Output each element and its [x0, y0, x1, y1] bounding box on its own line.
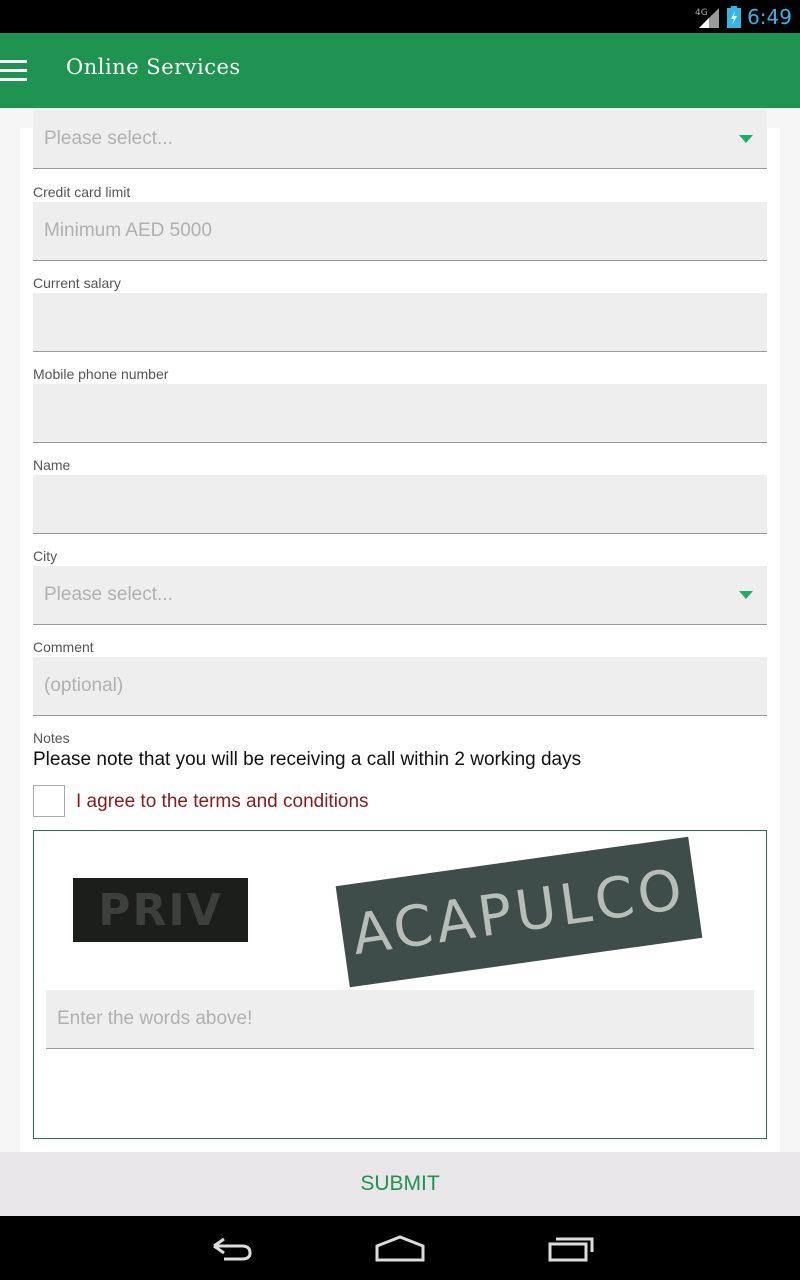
form-card: Please select... Credit card limit Minim…	[20, 110, 780, 1152]
credit-limit-placeholder: Minimum AED 5000	[44, 220, 212, 241]
back-icon[interactable]	[200, 1232, 260, 1264]
captcha-word-2: ACAPULCO	[348, 856, 690, 968]
comment-label: Comment	[33, 639, 94, 655]
mobile-input[interactable]	[33, 384, 767, 443]
name-label: Name	[33, 457, 71, 473]
signal-icon: 4G	[695, 8, 720, 28]
captcha-word-1: PRIV	[98, 884, 223, 936]
menu-icon[interactable]	[0, 60, 28, 82]
captcha-image-2: ACAPULCO	[335, 836, 703, 988]
system-nav-bar	[0, 1216, 800, 1280]
app-bar: Online Services	[0, 33, 800, 108]
city-select[interactable]: Please select...	[33, 566, 767, 625]
recent-apps-icon[interactable]	[540, 1232, 600, 1264]
submit-label: SUBMIT	[360, 1172, 440, 1195]
city-placeholder: Please select...	[44, 584, 173, 605]
notes-text: Please note that you will be receiving a…	[33, 749, 582, 770]
comment-placeholder: (optional)	[44, 675, 124, 696]
terms-checkbox[interactable]	[33, 785, 65, 817]
salary-label: Current salary	[33, 275, 121, 291]
chevron-down-icon	[739, 135, 753, 143]
salary-input[interactable]	[33, 293, 767, 352]
page-title: Online Services	[66, 55, 241, 79]
notes-label: Notes	[33, 730, 70, 746]
comment-input[interactable]: (optional)	[33, 657, 767, 716]
captcha-image-1: PRIV	[73, 878, 248, 942]
status-icons: 4G 6:49	[695, 4, 792, 30]
select-field-top[interactable]: Please select...	[33, 110, 767, 169]
status-time: 6:49	[747, 5, 792, 29]
name-input[interactable]	[33, 475, 767, 534]
battery-icon	[727, 6, 742, 28]
home-icon[interactable]	[370, 1232, 430, 1264]
submit-button[interactable]: SUBMIT	[0, 1152, 800, 1216]
network-type: 4G	[695, 8, 708, 18]
credit-limit-label: Credit card limit	[33, 184, 131, 200]
status-bar: 4G 6:49	[0, 0, 800, 33]
chevron-down-icon	[739, 591, 753, 599]
captcha-box: PRIV ACAPULCO Enter the words above!	[33, 830, 767, 1139]
city-label: City	[33, 548, 58, 564]
captcha-placeholder: Enter the words above!	[57, 1008, 253, 1029]
mobile-label: Mobile phone number	[33, 366, 169, 382]
captcha-input[interactable]: Enter the words above!	[46, 990, 754, 1049]
credit-limit-input[interactable]: Minimum AED 5000	[33, 202, 767, 261]
select-top-placeholder: Please select...	[44, 128, 173, 149]
terms-label[interactable]: I agree to the terms and conditions	[76, 791, 369, 813]
